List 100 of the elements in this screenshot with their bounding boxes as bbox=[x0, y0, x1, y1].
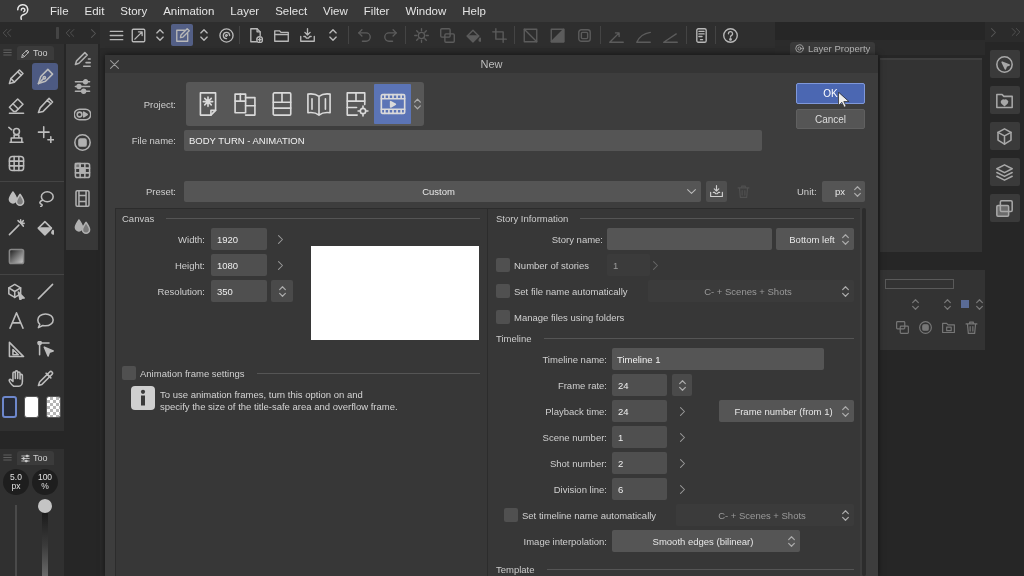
panel-tab[interactable]: Layer Property bbox=[790, 42, 876, 55]
slider-thumb[interactable] bbox=[38, 499, 52, 513]
menu-item[interactable]: Edit bbox=[76, 0, 113, 22]
info-icon bbox=[131, 386, 155, 410]
overlapping-squares-icon bbox=[439, 27, 455, 43]
up-down-chevron-icon[interactable] bbox=[944, 298, 951, 310]
spin-button[interactable] bbox=[672, 374, 692, 396]
crop-icon bbox=[491, 27, 507, 43]
overlapping-squares-icon[interactable] bbox=[896, 321, 909, 334]
up-down-chevron-icon[interactable] bbox=[414, 98, 421, 110]
chevron-right-icon[interactable] bbox=[680, 432, 685, 442]
spin-button[interactable] bbox=[271, 280, 293, 302]
section-heading: Timeline bbox=[496, 332, 532, 344]
drops-icon[interactable] bbox=[73, 217, 91, 235]
panel-tab[interactable]: Too bbox=[17, 451, 54, 465]
project-type-button[interactable] bbox=[374, 84, 411, 124]
grid-tiles-icon[interactable] bbox=[73, 161, 91, 179]
pen-nib-icon bbox=[7, 68, 25, 85]
menu-item[interactable]: Layer bbox=[222, 0, 268, 22]
save-preset-button[interactable] bbox=[706, 181, 727, 202]
position-dropdown[interactable]: Bottom left bbox=[776, 228, 854, 250]
checkbox-label: Set file name automatically bbox=[514, 285, 628, 297]
section-heading: Template bbox=[496, 563, 535, 575]
menu-item[interactable]: File bbox=[42, 0, 77, 22]
text-field[interactable]: BODY TURN - ANIMATION bbox=[184, 130, 762, 151]
field-label: Image interpolation: bbox=[522, 535, 607, 547]
sliders-icon[interactable] bbox=[73, 77, 91, 95]
folder-icon bbox=[273, 27, 289, 43]
menu-item[interactable]: Animation bbox=[155, 0, 223, 22]
transparent-swatch[interactable] bbox=[46, 396, 61, 418]
color-swatch[interactable] bbox=[24, 396, 39, 418]
panel-button[interactable] bbox=[989, 50, 1020, 78]
open-book-icon bbox=[304, 90, 333, 118]
chevron-right-icon[interactable] bbox=[277, 234, 283, 244]
interpolation-dropdown[interactable]: Smooth edges (bilinear) bbox=[612, 530, 800, 552]
undo-icon bbox=[356, 27, 372, 43]
sparkle-icon bbox=[36, 126, 54, 143]
field-label: Shot number: bbox=[548, 457, 607, 469]
field-label: Height: bbox=[173, 259, 206, 271]
circle-square-icon[interactable] bbox=[919, 321, 932, 334]
ruler-triangle-icon bbox=[7, 341, 25, 358]
up-down-chevron-icon bbox=[678, 379, 686, 391]
menu-item[interactable]: Select bbox=[267, 0, 316, 22]
checkbox[interactable] bbox=[122, 366, 136, 380]
circle-cursor-icon bbox=[996, 55, 1013, 73]
menu-item[interactable]: Story bbox=[112, 0, 156, 22]
color-swatch[interactable] bbox=[2, 396, 17, 418]
chevron-right-icon[interactable] bbox=[680, 406, 685, 416]
film-icon[interactable] bbox=[73, 189, 91, 207]
paint-bucket-icon bbox=[36, 219, 54, 236]
field-label: Project: bbox=[142, 98, 177, 110]
pen-lines-icon[interactable] bbox=[73, 49, 91, 67]
play-capsule-icon[interactable] bbox=[73, 105, 91, 123]
number-field[interactable]: 2 bbox=[612, 452, 667, 474]
stacked-squares-icon bbox=[996, 199, 1013, 217]
text-field[interactable] bbox=[607, 228, 772, 250]
chevron-right-icon[interactable] bbox=[277, 260, 283, 270]
chevron-right-icon[interactable] bbox=[680, 458, 685, 468]
up-down-chevron-icon bbox=[842, 233, 849, 245]
number-field[interactable]: 6 bbox=[612, 478, 667, 500]
menu-item[interactable]: View bbox=[315, 0, 356, 22]
number-field[interactable]: 24 bbox=[612, 400, 667, 422]
cancel-button[interactable]: Cancel bbox=[796, 109, 865, 129]
toolbar-button[interactable] bbox=[171, 24, 193, 46]
input-field[interactable] bbox=[885, 279, 954, 289]
up-down-chevron-icon[interactable] bbox=[976, 298, 983, 310]
checkbox-label: Number of stories bbox=[514, 259, 589, 271]
panel-button[interactable] bbox=[989, 86, 1020, 114]
panel-button[interactable] bbox=[989, 122, 1020, 150]
number-field[interactable]: 24 bbox=[612, 374, 667, 396]
number-field[interactable]: 1080 bbox=[211, 254, 267, 276]
number-field[interactable]: 350 bbox=[211, 280, 267, 302]
up-down-chevron-icon bbox=[842, 285, 849, 297]
magic-wand-icon bbox=[7, 219, 25, 236]
display-dropdown[interactable]: Frame number (from 1) bbox=[719, 400, 854, 422]
field-label: Division line: bbox=[552, 483, 607, 495]
folder-icon[interactable] bbox=[942, 321, 955, 334]
chevron-right-icon[interactable] bbox=[680, 484, 685, 494]
panel-button[interactable] bbox=[989, 194, 1020, 222]
checkbox[interactable] bbox=[496, 310, 510, 324]
text-tool-icon bbox=[7, 312, 25, 329]
number-field[interactable]: 1 bbox=[612, 426, 667, 448]
tool-button[interactable] bbox=[32, 63, 58, 90]
number-field[interactable]: 1920 bbox=[211, 228, 267, 250]
panel-button[interactable] bbox=[989, 158, 1020, 186]
menu-item[interactable]: Window bbox=[397, 0, 455, 22]
panel-tab[interactable]: Too bbox=[17, 46, 54, 60]
menu-item[interactable]: Filter bbox=[355, 0, 398, 22]
section-heading: Story Information bbox=[496, 212, 569, 224]
unit-dropdown[interactable]: px bbox=[822, 181, 865, 202]
preset-dropdown[interactable]: Custom bbox=[184, 181, 701, 202]
pen-icon bbox=[21, 48, 30, 58]
ok-button[interactable]: OK bbox=[796, 83, 865, 104]
up-down-chevron-icon[interactable] bbox=[912, 298, 919, 310]
logo-icon[interactable] bbox=[14, 2, 31, 20]
menu-item[interactable]: Help bbox=[454, 0, 494, 22]
close-icon[interactable] bbox=[110, 59, 119, 69]
trash-icon[interactable] bbox=[965, 321, 978, 334]
mouse-pointer-icon bbox=[838, 92, 849, 108]
text-field[interactable]: Timeline 1 bbox=[612, 348, 824, 370]
